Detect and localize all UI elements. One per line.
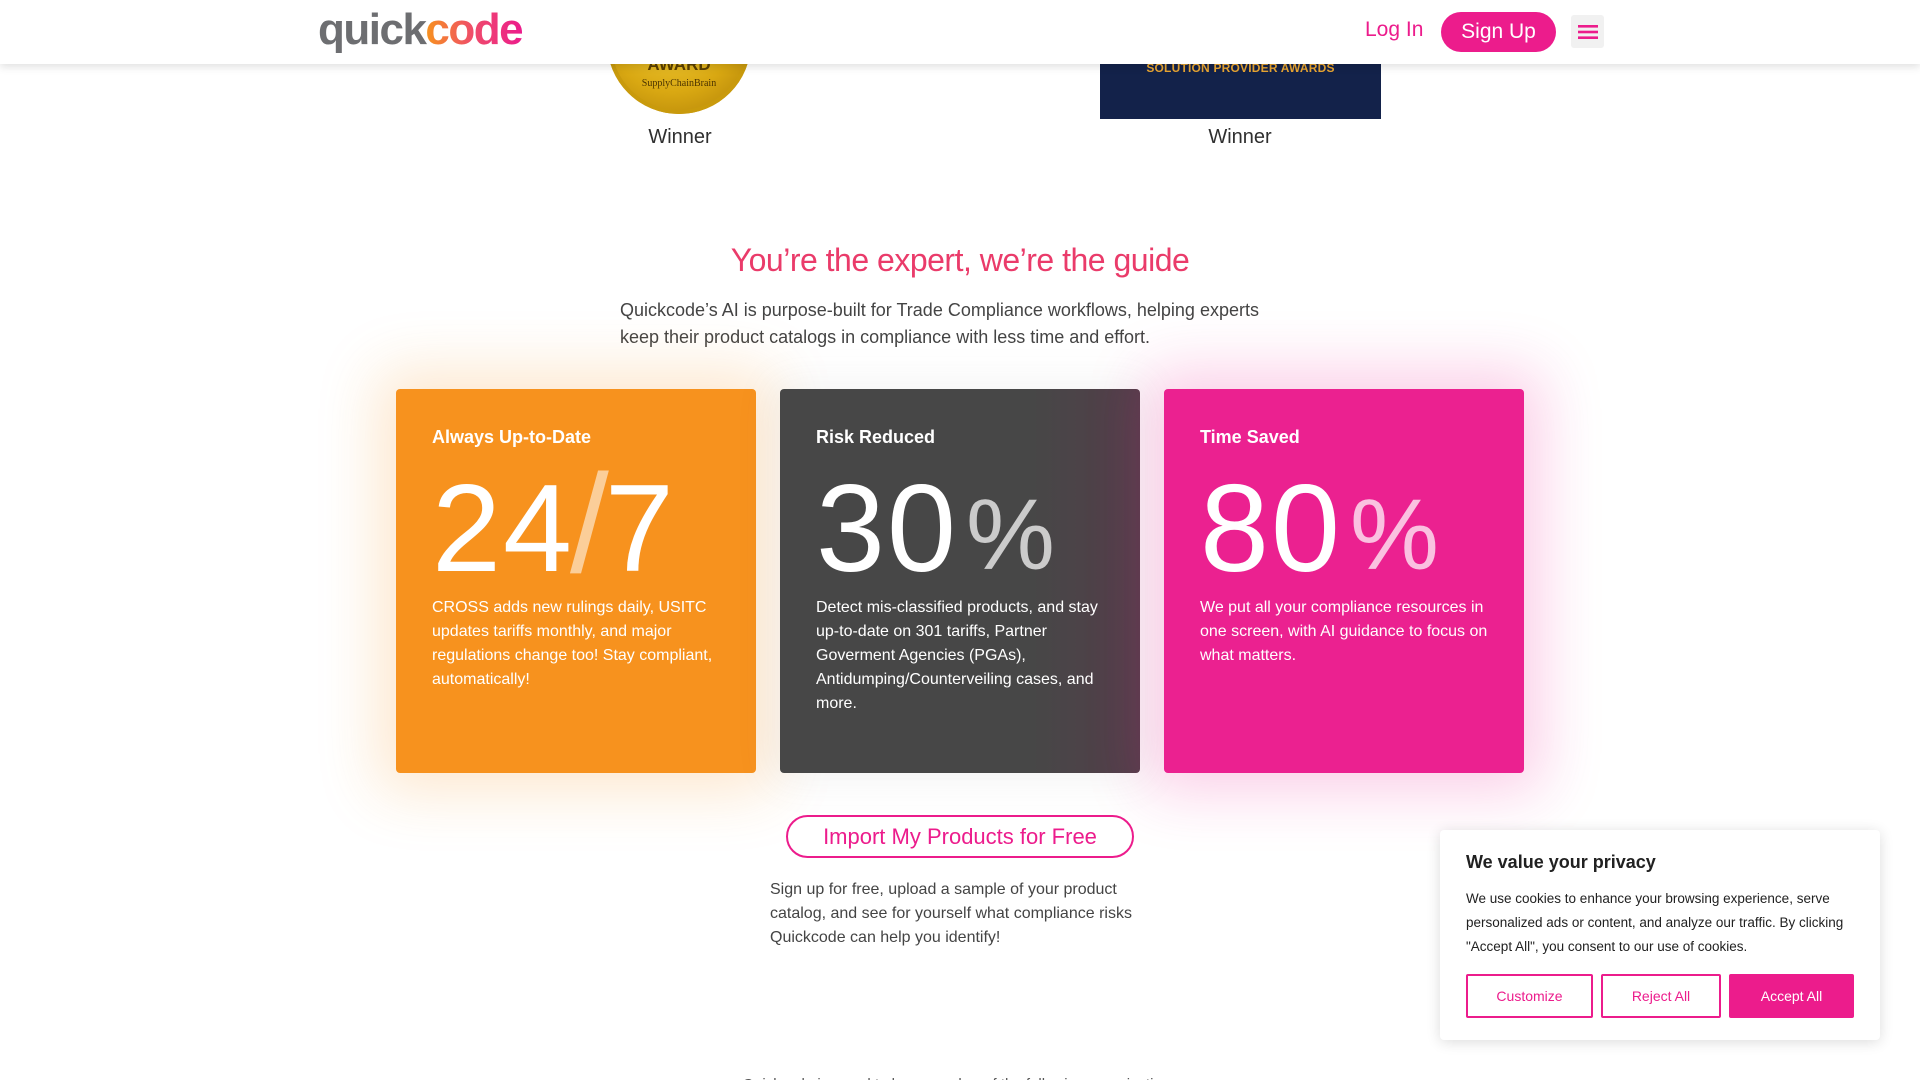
organizations-heading: Quickcode is proud to be a member of the… xyxy=(0,1074,1920,1080)
login-link[interactable]: Log In xyxy=(1365,18,1423,42)
card-description: CROSS adds new rulings daily, USITC upda… xyxy=(432,599,713,688)
cookie-title: We value your privacy xyxy=(1466,852,1656,872)
stat-separator: / xyxy=(569,445,609,602)
card-big-stat: 24/7 xyxy=(432,445,676,602)
cookie-text: We use cookies to enhance your browsing … xyxy=(1466,891,1844,954)
card-description: We put all your compliance resources in … xyxy=(1200,599,1488,664)
award-badge-subtext: SupplyChainBrain xyxy=(641,78,717,89)
card-big-stat: 80% xyxy=(1200,459,1439,598)
stat-suffix: % xyxy=(1349,479,1439,591)
logo-text-quick: quick xyxy=(318,5,427,54)
hamburger-menu-icon xyxy=(1577,24,1598,39)
stat-number: 80 xyxy=(1200,460,1342,598)
card-description: Detect mis-classified products, and stay… xyxy=(816,599,1098,712)
card-label: Risk Reduced xyxy=(816,427,936,447)
award-caption-1: Winner xyxy=(648,126,712,148)
cookie-actions: Customize Reject All Accept All xyxy=(1466,974,1854,1018)
award-caption-2: Winner xyxy=(1208,126,1272,148)
cookie-customize-button[interactable]: Customize xyxy=(1466,974,1593,1018)
import-products-button[interactable]: Import My Products for Free xyxy=(786,815,1134,858)
cta-description: Sign up for free, upload a sample of you… xyxy=(770,881,1132,946)
cookie-consent-banner: We value your privacy We use cookies to … xyxy=(1440,830,1880,1040)
quickcode-logo[interactable]: quick code xyxy=(318,5,524,54)
signup-button[interactable]: Sign Up xyxy=(1441,12,1556,52)
stat-number: 30 xyxy=(816,460,958,598)
card-time-saved: Time Saved 80% We put all your complianc… xyxy=(1164,389,1524,773)
cookie-reject-all-button[interactable]: Reject All xyxy=(1601,974,1721,1018)
stat-number: 7 xyxy=(604,460,676,598)
logo-text-code: code xyxy=(425,5,523,54)
cookie-accept-all-button[interactable]: Accept All xyxy=(1729,974,1854,1018)
section-title: You’re the expert, we’re the guide xyxy=(730,242,1190,278)
stat-suffix: % xyxy=(965,479,1055,591)
card-risk-reduced: Risk Reduced 30% Detect mis-classified p… xyxy=(780,389,1140,773)
site-header: quick code Log In Sign Up xyxy=(0,0,1920,64)
menu-button[interactable] xyxy=(1571,15,1604,48)
card-big-stat: 30% xyxy=(816,459,1055,598)
stat-number: 24 xyxy=(432,460,574,598)
card-always-up-to-date: Always Up-to-Date 24/7 CROSS adds new ru… xyxy=(396,389,756,773)
card-label: Time Saved xyxy=(1200,427,1300,447)
section-description: Quickcode’s AI is purpose-built for Trad… xyxy=(620,300,1259,347)
